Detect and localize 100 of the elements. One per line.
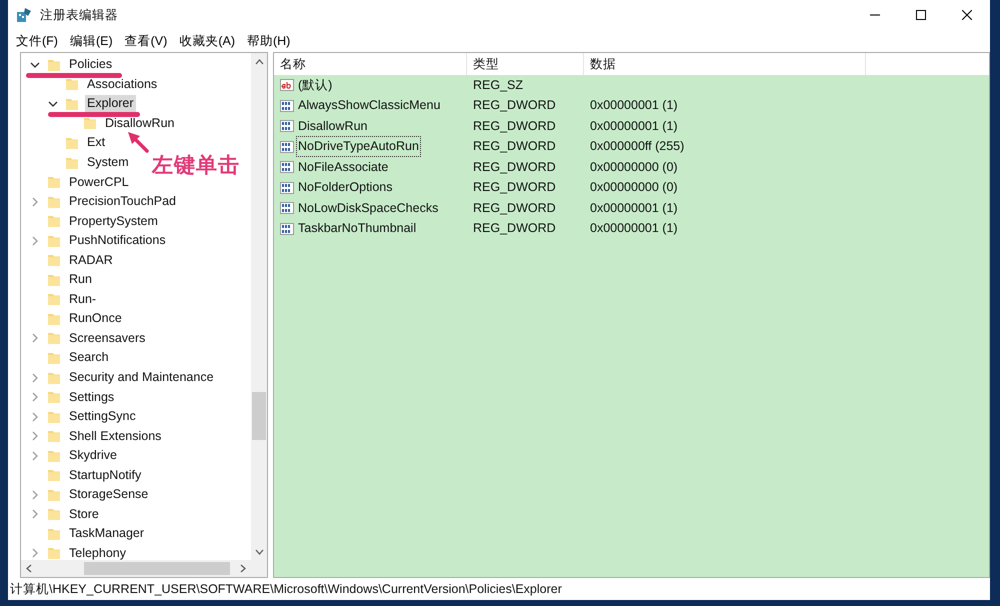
value-data: 0x00000001 (1) [589,97,679,114]
tree-item[interactable]: RADAR [67,252,115,269]
value-name[interactable]: DisallowRun [296,116,370,137]
scrollbar-thumb[interactable] [84,562,230,575]
value-data: 0x000000ff (255) [589,138,686,156]
menu-item[interactable]: 文件(F) [10,31,64,51]
binary-value-icon [280,201,294,216]
tree-item[interactable]: Settings [67,388,116,406]
value-name[interactable]: NoFileAssociate [296,156,390,178]
menu-item[interactable]: 编辑(E) [64,31,119,51]
column-header[interactable]: 数据 [584,53,866,75]
tree-item[interactable]: Screensavers [67,330,148,347]
value-name[interactable]: NoDriveTypeAutoRun [296,136,421,158]
folder-icon [65,77,79,92]
folder-icon [47,292,61,306]
value-data: 0x00000000 (0) [589,158,679,176]
value-data: 0x00000000 (0) [589,179,679,196]
tree-item[interactable]: Store [67,506,101,523]
tree-item[interactable]: SettingSync [67,408,138,426]
column-header[interactable]: 类型 [467,53,584,75]
tree-item[interactable]: StartupNotify [67,466,144,484]
value-type: REG_SZ [472,76,524,94]
tree-item[interactable]: Run [67,271,94,288]
tree-item[interactable]: Shell Extensions [67,428,164,445]
binary-value-icon [280,160,294,174]
tree-item[interactable]: Associations [85,76,160,93]
folder-icon [65,96,79,111]
tree-item[interactable]: Run- [67,290,98,308]
menu-item[interactable]: 查看(V) [118,31,174,51]
window-title: 注册表编辑器 [40,6,118,24]
tree-item[interactable]: PushNotifications [67,232,168,250]
folder-icon [47,58,61,72]
value-name[interactable]: NoFolderOptions [296,177,394,198]
folder-icon [47,350,61,365]
maximize-icon [916,10,926,20]
value-type: REG_DWORD [472,200,557,217]
tree-item[interactable]: Policies [67,56,114,74]
folder-icon [83,116,97,130]
value-name[interactable]: (默认) [296,74,334,96]
close-icon [962,10,972,20]
value-type: REG_DWORD [472,118,557,135]
arrow-icon [126,131,150,153]
value-type: REG_DWORD [472,220,557,238]
folder-icon [47,234,61,248]
scrollbar-thumb[interactable] [252,392,266,440]
folder-icon [47,526,61,541]
value-type: REG_DWORD [472,179,557,196]
binary-value-icon [280,140,294,154]
tree-item[interactable]: StorageSense [67,486,150,504]
tree-item[interactable]: RunOnce [67,310,124,328]
folder-icon [47,546,61,560]
value-type: REG_DWORD [472,97,557,114]
folder-icon [47,253,61,268]
column-header[interactable]: 名称 [274,53,467,75]
value-data: 0x00000001 (1) [589,118,679,135]
tree-item[interactable]: Explorer [85,95,136,112]
folder-icon [65,136,79,150]
folder-icon [47,410,61,424]
folder-icon [47,272,61,287]
value-name[interactable]: NoLowDiskSpaceChecks [296,198,440,219]
tree-item[interactable]: Security and Maintenance [67,369,216,386]
menu-item[interactable]: 收藏夹(A) [173,31,241,51]
tree-item[interactable]: Search [67,349,111,366]
folder-icon [47,194,61,209]
tree-item[interactable]: System [85,154,131,171]
folder-icon [47,214,61,228]
binary-value-icon [280,98,294,113]
folder-icon [65,156,79,170]
binary-value-icon [280,119,294,134]
folder-icon [47,175,61,190]
menu-item[interactable]: 帮助(H) [240,31,296,51]
tree-item[interactable]: Ext [85,134,108,152]
tree-item[interactable]: PrecisionTouchPad [67,193,178,210]
value-name[interactable]: TaskbarNoThumbnail [296,218,418,240]
folder-icon [47,370,61,385]
value-name[interactable]: AlwaysShowClassicMenu [296,95,442,116]
value-data: 0x00000001 (1) [589,200,679,217]
folder-icon [47,507,61,522]
binary-value-icon [280,222,294,236]
folder-icon [47,448,61,463]
value-data: 0x00000001 (1) [589,220,679,238]
folder-icon [47,468,61,482]
folder-icon [47,429,61,444]
tree-item[interactable]: Telephony [67,544,128,560]
string-value-icon [280,78,294,92]
tree-item[interactable]: PropertySystem [67,212,160,230]
folder-icon [47,331,61,346]
folder-icon [47,312,61,326]
folder-icon [47,390,61,404]
registry-editor-icon [16,7,32,23]
tree-item[interactable]: PowerCPL [67,174,131,191]
value-type: REG_DWORD [472,158,557,176]
tree-item[interactable]: DisallowRun [103,114,176,132]
tree-item[interactable]: TaskManager [67,525,146,542]
annotation-text: 左键单击 [152,153,240,179]
binary-value-icon [280,180,294,195]
status-path-text: 计算机\HKEY_CURRENT_USER\SOFTWARE\Microsoft\Windows\CurrentVersion\Policies\Explorer [10,582,562,596]
tree-item[interactable]: Skydrive [67,447,119,464]
folder-icon [47,488,61,502]
value-type: REG_DWORD [472,138,557,156]
